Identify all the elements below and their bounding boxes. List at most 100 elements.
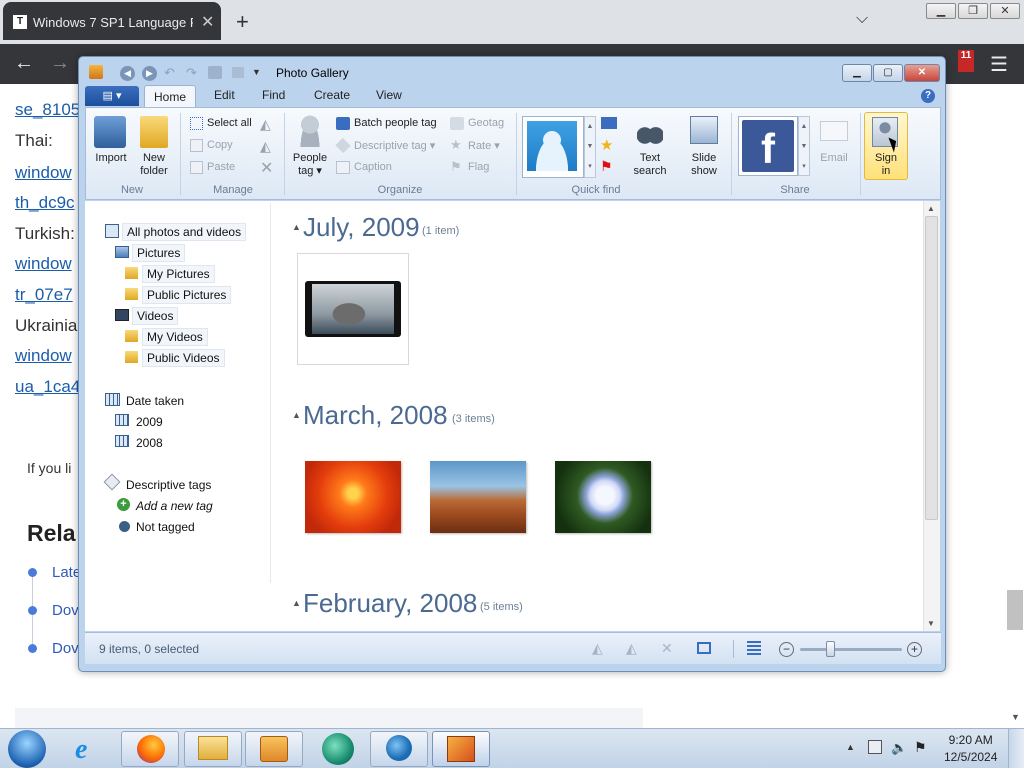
people-tag-label-1[interactable]: People <box>290 152 330 165</box>
slide-show-icon[interactable] <box>697 642 711 654</box>
clock[interactable]: 9:20 AM 12/5/2024 <box>944 733 997 764</box>
nav-pictures[interactable]: Pictures <box>132 244 186 262</box>
slide-show-label-2[interactable]: show <box>684 165 724 178</box>
email-icon[interactable] <box>820 121 848 141</box>
browser-tab[interactable]: T Windows 7 SP1 Language Pack ✕ <box>3 2 221 40</box>
group-header-date[interactable]: July, 2009 <box>303 212 420 243</box>
nav-descriptive-tags[interactable]: Descriptive tags <box>126 478 211 492</box>
paste-button[interactable]: Paste <box>207 161 235 173</box>
zoom-slider-thumb[interactable] <box>826 641 836 657</box>
tab-search-chevron-icon[interactable]: ⌵ <box>856 10 868 28</box>
browser-minimize-button[interactable]: ▁ <box>926 3 956 19</box>
descriptive-tag-button[interactable]: Descriptive tag ▾ <box>354 139 435 152</box>
nav-date-taken[interactable]: Date taken <box>126 394 184 408</box>
copy-icon[interactable] <box>190 139 203 152</box>
video-thumbnail[interactable] <box>305 281 401 337</box>
network-flag-icon[interactable]: ⚑ <box>914 739 927 756</box>
scroll-up-icon[interactable]: ▲ <box>927 204 935 213</box>
browser-restore-button[interactable]: ❐ <box>958 3 988 19</box>
tab-home[interactable]: Home <box>144 85 196 108</box>
batch-people-tag-button[interactable]: Batch people tag <box>354 117 437 129</box>
browser-menu-icon[interactable]: ☰ <box>990 52 1008 77</box>
firefox-icon[interactable] <box>137 735 165 763</box>
view-grid-icon[interactable] <box>601 117 617 129</box>
collapse-arrow-icon[interactable]: ▲ <box>292 598 301 608</box>
minimize-button[interactable]: ▁ <box>842 64 872 82</box>
explorer-icon[interactable] <box>198 736 228 760</box>
save-icon[interactable] <box>208 66 222 79</box>
tab-edit[interactable]: Edit <box>214 88 235 102</box>
select-all-icon[interactable] <box>190 117 203 130</box>
flag-icon[interactable]: ⚑ <box>450 159 462 175</box>
gallery-scroll-icon[interactable]: ▲ ▼ ▾ <box>584 116 596 178</box>
nav-public-pictures[interactable]: Public Pictures <box>142 286 232 304</box>
webpage-link[interactable]: window <box>15 254 72 274</box>
star-filter-icon[interactable]: ★ <box>600 136 613 154</box>
new-tab-icon[interactable]: + <box>236 9 249 35</box>
photo-gallery-icon[interactable] <box>447 736 475 762</box>
photo-thumbnail-desert[interactable] <box>430 461 526 533</box>
photo-thumbnail-hydrangeas[interactable] <box>555 461 651 533</box>
facebook-icon[interactable]: f <box>742 120 794 172</box>
new-folder-label-1[interactable]: New <box>134 152 174 165</box>
nav-add-new-tag[interactable]: Add a new tag <box>136 499 213 513</box>
properties-icon[interactable] <box>232 67 244 78</box>
flag-button[interactable]: Flag <box>468 161 489 173</box>
caption-icon[interactable] <box>336 161 350 174</box>
nav-my-videos[interactable]: My Videos <box>142 328 208 346</box>
help-icon[interactable]: ? <box>921 89 935 103</box>
webpage-link[interactable]: se_8105 <box>15 100 80 120</box>
browser-close-button[interactable]: ✕ <box>990 3 1020 19</box>
volume-muted-icon[interactable]: 🔈 <box>891 740 907 756</box>
forward-arrow-icon[interactable]: → <box>50 52 70 75</box>
import-icon[interactable] <box>94 116 126 148</box>
import-button[interactable]: Import <box>90 152 132 165</box>
undo-icon[interactable]: ↶ <box>164 65 175 81</box>
related-link[interactable]: Dov <box>52 640 79 657</box>
slide-show-label-1[interactable]: Slide <box>684 152 724 165</box>
nav-not-tagged[interactable]: Not tagged <box>136 520 195 534</box>
show-hidden-icons[interactable]: ▲ <box>846 742 855 752</box>
ie-icon[interactable]: e <box>75 734 87 766</box>
close-button[interactable]: ✕ <box>904 64 940 82</box>
binoculars-icon[interactable] <box>637 116 663 146</box>
people-tag-label-2[interactable]: tag ▾ <box>290 165 330 178</box>
related-link[interactable]: Late <box>52 564 81 581</box>
text-search-label-1[interactable]: Text <box>628 152 672 165</box>
rate-button[interactable]: Rate ▾ <box>468 139 500 152</box>
flag-filter-icon[interactable]: ⚑ <box>600 158 613 175</box>
webpage-link[interactable]: th_dc9c <box>15 193 75 213</box>
rotate-right-icon[interactable]: ◭ <box>626 640 637 657</box>
delete-icon[interactable]: ✕ <box>260 158 273 178</box>
live-messenger-icon[interactable] <box>322 733 354 765</box>
geotag-icon[interactable] <box>450 117 464 130</box>
nav-year-2009[interactable]: 2009 <box>136 415 163 429</box>
system-icon[interactable] <box>386 735 412 761</box>
webpage-link[interactable]: window <box>15 346 72 366</box>
person-avatar-icon[interactable] <box>527 121 577 171</box>
webpage-link[interactable]: window <box>15 163 72 183</box>
zoom-in-icon[interactable]: + <box>907 642 922 657</box>
sign-in-label-2[interactable]: in <box>866 165 906 178</box>
share-scroll-icon[interactable]: ▲ ▼ ▾ <box>798 116 810 176</box>
group-header-date[interactable]: March, 2008 <box>303 400 448 431</box>
new-folder-icon[interactable] <box>140 116 168 148</box>
pane-divider[interactable] <box>270 203 271 583</box>
qat-dropdown-icon[interactable]: ▼ <box>252 67 261 77</box>
rotate-left-icon[interactable]: ◭ <box>592 640 603 657</box>
collapse-arrow-icon[interactable]: ▲ <box>292 410 301 420</box>
zoom-out-icon[interactable]: − <box>779 642 794 657</box>
scroll-down-icon[interactable]: ▼ <box>927 619 935 628</box>
tab-create[interactable]: Create <box>314 88 350 102</box>
tab-view[interactable]: View <box>376 88 402 102</box>
extension-badge-icon[interactable]: 11 <box>958 50 974 72</box>
geotag-button[interactable]: Geotag <box>468 117 504 129</box>
email-button[interactable]: Email <box>814 152 854 165</box>
sign-in-label-1[interactable]: Sign <box>866 152 906 165</box>
people-tag-icon[interactable] <box>298 115 322 147</box>
caption-button[interactable]: Caption <box>354 161 392 173</box>
redo-icon[interactable]: ↷ <box>186 65 197 81</box>
action-center-icon[interactable] <box>868 740 882 754</box>
nav-videos[interactable]: Videos <box>132 307 179 325</box>
nav-public-videos[interactable]: Public Videos <box>142 349 225 367</box>
